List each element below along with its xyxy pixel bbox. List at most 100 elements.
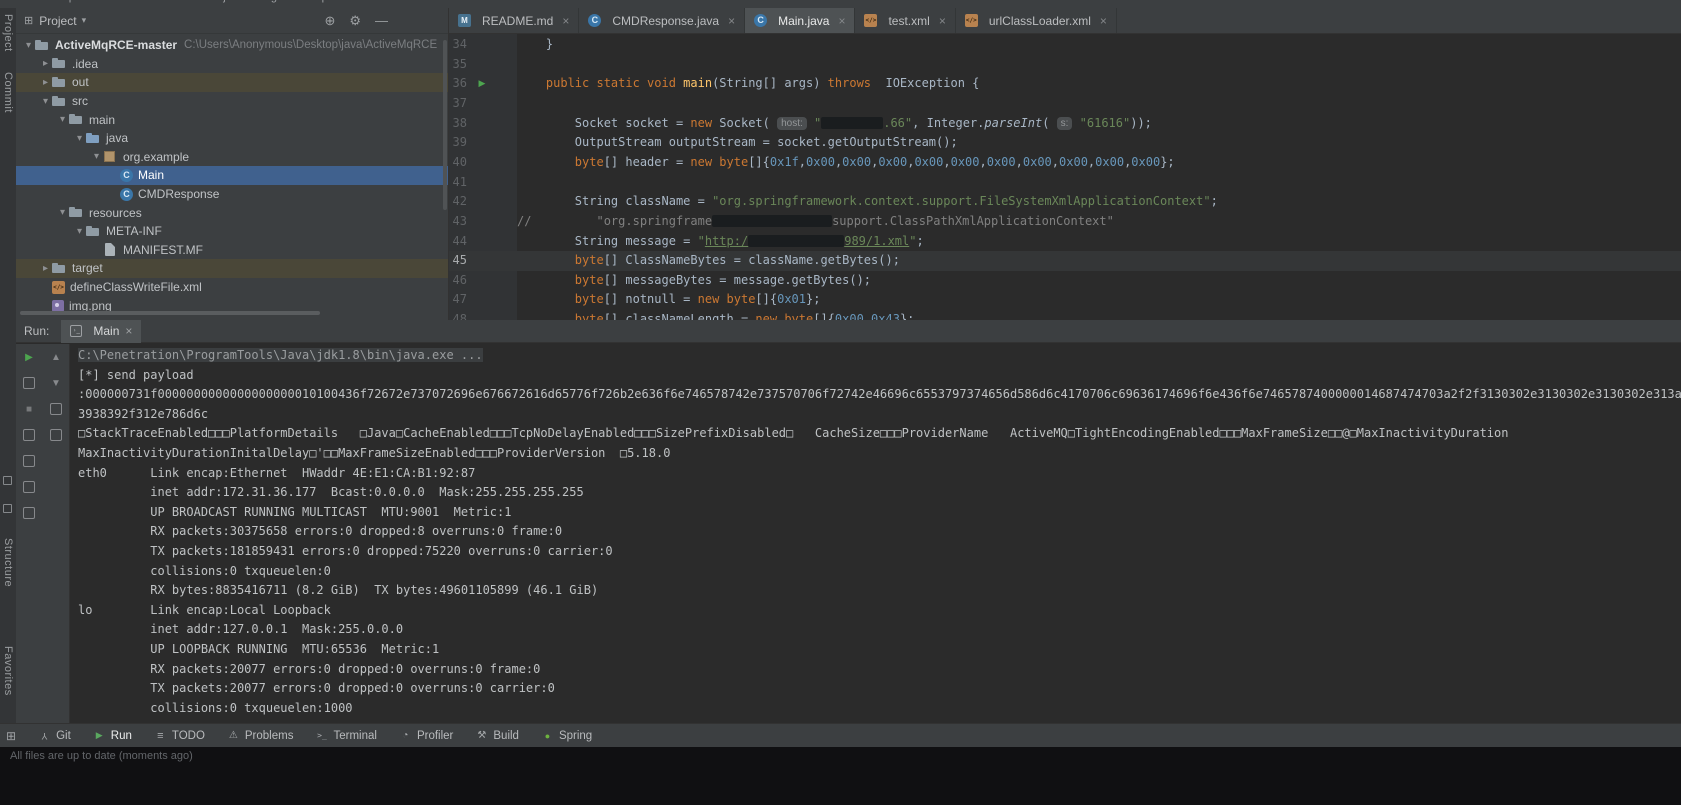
breadcrumb-item-activemqrce-master[interactable]: ActiveMqRCE-master — [26, 0, 132, 3]
stripe-button-commit[interactable]: Commit — [2, 72, 14, 113]
statusbar-item-run[interactable]: ▶Run — [93, 730, 132, 742]
chevron-down-icon[interactable]: ▾ — [73, 133, 86, 144]
editor-tab-main-java[interactable]: CMain.java× — [745, 8, 855, 33]
stop-icon[interactable]: ■ — [16, 396, 42, 422]
run-tab-main[interactable]: ›_ Main × — [61, 320, 141, 343]
run-tab-label: Main — [93, 324, 119, 338]
settings-icon[interactable]: ⚙ — [349, 13, 361, 29]
chevron-down-icon[interactable]: ▾ — [90, 151, 103, 162]
chevron-right-icon[interactable]: ▸ — [39, 58, 52, 69]
code-token: support.ClassPathXmlApplicationContext" — [832, 214, 1114, 228]
chevron-right-icon[interactable]: ▸ — [39, 263, 52, 274]
statusbar-item-build[interactable]: ⚒Build — [475, 730, 519, 742]
breadcrumb-item-org[interactable]: org — [261, 0, 277, 3]
code-token: 0x00 — [806, 155, 835, 169]
code-token: byte — [517, 312, 604, 320]
editor-tab-urlclassloader-xml[interactable]: </>urlClassLoader.xml× — [956, 8, 1117, 33]
tree-item-defineclasswritefile-xml[interactable]: </>defineClassWriteFile.xml — [16, 278, 448, 297]
tree-item-manifest-mf[interactable]: MANIFEST.MF — [16, 241, 448, 260]
breadcrumb-item-src[interactable]: src — [149, 0, 164, 3]
up-icon[interactable]: ▲ — [43, 344, 69, 370]
snapshot-icon[interactable] — [16, 422, 42, 448]
code-token: 0x00 — [878, 155, 907, 169]
close-icon[interactable]: × — [939, 14, 946, 28]
chevron-down-icon[interactable]: ▾ — [22, 40, 35, 51]
run-console[interactable]: C:\Penetration\ProgramTools\Java\jdk1.8\… — [70, 344, 1681, 723]
tree-item-out[interactable]: ▸out — [16, 73, 448, 92]
tree-item-meta-inf[interactable]: ▾META-INF — [16, 222, 448, 241]
close-icon[interactable]: × — [125, 324, 132, 338]
tree-item-resources[interactable]: ▾resources — [16, 203, 448, 222]
tree-item-target[interactable]: ▸target — [16, 259, 448, 278]
tool-window-switcher-icon[interactable]: ⊞ — [6, 729, 16, 743]
redacted-region — [748, 235, 844, 247]
run-gutter-icon[interactable]: ▶ — [476, 74, 488, 94]
tree-vertical-scrollbar[interactable] — [443, 40, 447, 210]
tree-item-activemqrce-master[interactable]: ▾ActiveMqRCE-masterC:\Users\Anonymous\De… — [16, 36, 448, 55]
tree-item-java[interactable]: ▾java — [16, 129, 448, 148]
folder-icon — [69, 206, 84, 219]
statusbar-item-terminal[interactable]: >_Terminal — [315, 730, 376, 742]
code-token: , — [980, 155, 987, 169]
code-token: public static void — [517, 76, 683, 90]
tree-horizontal-scrollbar[interactable] — [20, 311, 320, 315]
statusbar-item-git[interactable]: YGit — [38, 730, 71, 742]
rerun-icon[interactable]: ▶ — [16, 344, 42, 370]
breadcrumb-item-main[interactable]: main — [182, 0, 206, 3]
tree-item-org-example[interactable]: ▾org.example — [16, 148, 448, 167]
soft-wrap-icon[interactable] — [43, 396, 69, 422]
tree-item-main[interactable]: CMain — [16, 166, 448, 185]
code-token: "61616" — [1072, 116, 1130, 130]
tree-item-cmdresponse[interactable]: CCMDResponse — [16, 185, 448, 204]
editor-tab-readme-md[interactable]: MREADME.md× — [449, 8, 579, 33]
chevron-down-icon[interactable]: ▾ — [73, 226, 86, 237]
tree-item-idea[interactable]: ▸.idea — [16, 55, 448, 74]
stripe-button-favorites[interactable]: Favorites — [2, 646, 14, 696]
project-panel-title[interactable]: Project — [39, 14, 76, 28]
down-icon[interactable]: ▼ — [43, 370, 69, 396]
chevron-down-icon[interactable]: ▾ — [56, 114, 69, 125]
editor-tab-test-xml[interactable]: </>test.xml× — [855, 8, 955, 33]
console-line: UP BROADCAST RUNNING MULTICAST MTU:9001 … — [78, 503, 1681, 523]
chevron-down-icon[interactable]: ▾ — [39, 96, 52, 107]
editor-tab-cmdresponse-java[interactable]: CCMDResponse.java× — [579, 8, 745, 33]
locate-icon[interactable]: ⊕ — [324, 13, 335, 29]
statusbar-item-problems[interactable]: ⚠Problems — [227, 730, 294, 742]
close-icon[interactable]: × — [562, 14, 569, 28]
image-icon — [52, 300, 64, 312]
scroll-end-icon[interactable] — [43, 422, 69, 448]
breadcrumb-item-main[interactable]: main — [395, 0, 419, 3]
line-number: 47 — [449, 290, 467, 310]
tree-item-main[interactable]: ▾main — [16, 110, 448, 129]
close-icon[interactable]: × — [1100, 14, 1107, 28]
breadcrumb-item-example[interactable]: example — [295, 0, 337, 3]
statusbar-item-todo[interactable]: ≡TODO — [154, 730, 205, 742]
settings-icon[interactable] — [16, 448, 42, 474]
tree-item-src[interactable]: ▾src — [16, 92, 448, 111]
stripe-button-project[interactable]: Project — [2, 14, 14, 52]
code-token: 0x00 — [1131, 155, 1160, 169]
code-token: OutputStream outputStream = socket.getOu… — [517, 135, 958, 149]
statusbar-item-profiler[interactable]: ◔Profiler — [399, 730, 453, 742]
chevron-down-icon[interactable]: ▾ — [82, 15, 87, 26]
chevron-right-icon[interactable]: ▸ — [39, 77, 52, 88]
breadcrumb-item-java[interactable]: java — [223, 0, 243, 3]
line-number: 44 — [449, 232, 467, 252]
close-icon[interactable]: × — [838, 14, 845, 28]
code-editor[interactable]: 343536▶373839404142434445464748 } public… — [448, 34, 1681, 320]
close-icon[interactable]: × — [728, 14, 735, 28]
code-token: (String[] args) — [712, 76, 828, 90]
chevron-down-icon[interactable]: ▾ — [56, 207, 69, 218]
statusbar-item-spring[interactable]: ●Spring — [541, 730, 592, 742]
history-icon[interactable] — [16, 474, 42, 500]
wrench-icon[interactable] — [16, 370, 42, 396]
clear-icon[interactable] — [16, 500, 42, 526]
stripe-tool-icon[interactable] — [3, 476, 12, 485]
stripe-button-structure[interactable]: Structure — [2, 538, 14, 587]
stripe-tool-icon[interactable] — [3, 504, 12, 513]
hide-icon[interactable]: — — [375, 13, 388, 29]
folder-icon — [52, 95, 67, 108]
breadcrumb-item-main[interactable]: Main — [354, 0, 378, 3]
code-token: " — [807, 116, 821, 130]
breadcrumb[interactable]: ActiveMqRCE-master›src›main›java›org›exa… — [26, 0, 419, 3]
